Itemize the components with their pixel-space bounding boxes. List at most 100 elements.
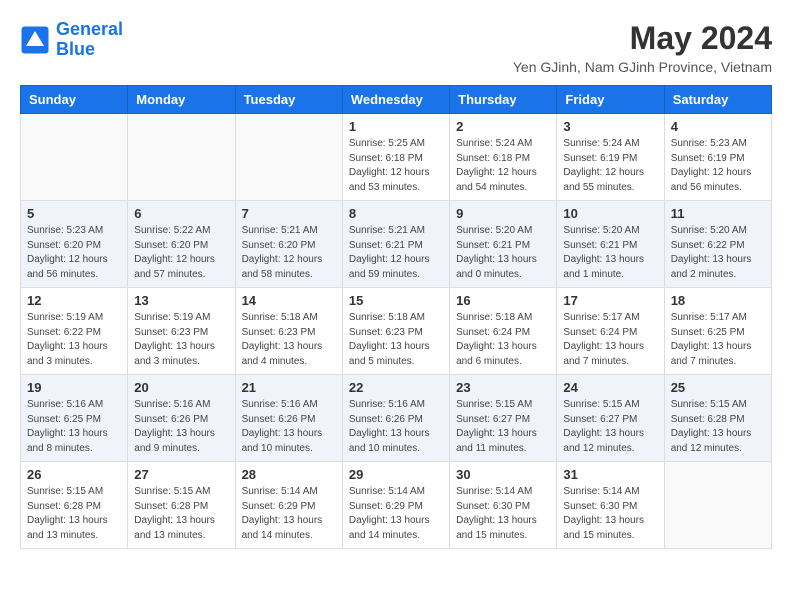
logo-line1: General [56, 19, 123, 39]
day-info: Sunrise: 5:19 AM Sunset: 6:23 PM Dayligh… [134, 311, 228, 369]
month-year: May 2024 [513, 20, 772, 57]
day-info: Sunrise: 5:20 AM Sunset: 6:22 PM Dayligh… [671, 224, 765, 282]
calendar-cell: 18 Sunrise: 5:17 AM Sunset: 6:25 PM Dayli… [664, 288, 771, 375]
calendar-cell: 4Sunrise: 5:23 AM Sunset: 6:19 PM Daylig… [664, 114, 771, 201]
calendar-cell: 11 Sunrise: 5:20 AM Sunset: 6:22 PM Dayli… [664, 201, 771, 288]
calendar-cell: 6 Sunrise: 5:22 AM Sunset: 6:20 PM Daylig… [128, 201, 235, 288]
location: Yen GJinh, Nam GJinh Province, Vietnam [513, 59, 772, 75]
day-info: Sunrise: 5:24 AM Sunset: 6:18 PM Dayligh… [456, 137, 550, 195]
calendar-cell: 20 Sunrise: 5:16 AM Sunset: 6:26 PM Dayli… [128, 375, 235, 462]
day-info: Sunrise: 5:19 AM Sunset: 6:22 PM Dayligh… [27, 311, 121, 369]
calendar-cell: 27 Sunrise: 5:15 AM Sunset: 6:28 PM Dayli… [128, 462, 235, 549]
calendar-cell: 26Sunrise: 5:15 AM Sunset: 6:28 PM Dayli… [21, 462, 128, 549]
calendar-cell: 24 Sunrise: 5:15 AM Sunset: 6:27 PM Dayli… [557, 375, 664, 462]
calendar-cell: 1Sunrise: 5:25 AM Sunset: 6:18 PM Daylig… [342, 114, 449, 201]
calendar-week-row: 26Sunrise: 5:15 AM Sunset: 6:28 PM Dayli… [21, 462, 772, 549]
day-number: 31 [563, 467, 657, 482]
day-number: 8 [349, 206, 443, 221]
calendar-cell: 17 Sunrise: 5:17 AM Sunset: 6:24 PM Dayli… [557, 288, 664, 375]
day-info: Sunrise: 5:15 AM Sunset: 6:27 PM Dayligh… [456, 398, 550, 456]
calendar-cell: 16 Sunrise: 5:18 AM Sunset: 6:24 PM Dayli… [450, 288, 557, 375]
logo-icon [20, 25, 50, 55]
day-info: Sunrise: 5:14 AM Sunset: 6:29 PM Dayligh… [242, 485, 336, 543]
day-info: Sunrise: 5:16 AM Sunset: 6:26 PM Dayligh… [349, 398, 443, 456]
day-number: 11 [671, 206, 765, 221]
day-number: 6 [134, 206, 228, 221]
day-number: 22 [349, 380, 443, 395]
calendar-cell: 5 Sunrise: 5:23 AM Sunset: 6:20 PM Daylig… [21, 201, 128, 288]
weekday-header-friday: Friday [557, 86, 664, 114]
day-info: Sunrise: 5:18 AM Sunset: 6:23 PM Dayligh… [242, 311, 336, 369]
day-info: Sunrise: 5:16 AM Sunset: 6:25 PM Dayligh… [27, 398, 121, 456]
weekday-header-thursday: Thursday [450, 86, 557, 114]
day-number: 2 [456, 119, 550, 134]
day-number: 24 [563, 380, 657, 395]
day-info: Sunrise: 5:20 AM Sunset: 6:21 PM Dayligh… [563, 224, 657, 282]
day-number: 13 [134, 293, 228, 308]
calendar-cell: 15 Sunrise: 5:18 AM Sunset: 6:23 PM Dayli… [342, 288, 449, 375]
calendar-cell: 28 Sunrise: 5:14 AM Sunset: 6:29 PM Dayli… [235, 462, 342, 549]
day-number: 21 [242, 380, 336, 395]
calendar-week-row: 19Sunrise: 5:16 AM Sunset: 6:25 PM Dayli… [21, 375, 772, 462]
day-info: Sunrise: 5:15 AM Sunset: 6:28 PM Dayligh… [134, 485, 228, 543]
day-number: 3 [563, 119, 657, 134]
day-info: Sunrise: 5:16 AM Sunset: 6:26 PM Dayligh… [242, 398, 336, 456]
calendar-cell: 31 Sunrise: 5:14 AM Sunset: 6:30 PM Dayli… [557, 462, 664, 549]
day-number: 30 [456, 467, 550, 482]
day-number: 27 [134, 467, 228, 482]
calendar-cell: 2 Sunrise: 5:24 AM Sunset: 6:18 PM Daylig… [450, 114, 557, 201]
calendar-cell: 22 Sunrise: 5:16 AM Sunset: 6:26 PM Dayli… [342, 375, 449, 462]
calendar-cell [235, 114, 342, 201]
calendar-cell [128, 114, 235, 201]
calendar-cell: 8 Sunrise: 5:21 AM Sunset: 6:21 PM Daylig… [342, 201, 449, 288]
calendar-cell: 23Sunrise: 5:15 AM Sunset: 6:27 PM Dayli… [450, 375, 557, 462]
day-info: Sunrise: 5:15 AM Sunset: 6:28 PM Dayligh… [671, 398, 765, 456]
calendar-cell: 14Sunrise: 5:18 AM Sunset: 6:23 PM Dayli… [235, 288, 342, 375]
calendar-cell: 12Sunrise: 5:19 AM Sunset: 6:22 PM Dayli… [21, 288, 128, 375]
calendar-cell [664, 462, 771, 549]
day-info: Sunrise: 5:14 AM Sunset: 6:30 PM Dayligh… [563, 485, 657, 543]
weekday-header-sunday: Sunday [21, 86, 128, 114]
day-number: 17 [563, 293, 657, 308]
day-info: Sunrise: 5:16 AM Sunset: 6:26 PM Dayligh… [134, 398, 228, 456]
day-info: Sunrise: 5:17 AM Sunset: 6:25 PM Dayligh… [671, 311, 765, 369]
calendar-cell: 10 Sunrise: 5:20 AM Sunset: 6:21 PM Dayli… [557, 201, 664, 288]
day-info: Sunrise: 5:14 AM Sunset: 6:29 PM Dayligh… [349, 485, 443, 543]
day-info: Sunrise: 5:22 AM Sunset: 6:20 PM Dayligh… [134, 224, 228, 282]
day-info: Sunrise: 5:23 AM Sunset: 6:20 PM Dayligh… [27, 224, 121, 282]
day-info: Sunrise: 5:21 AM Sunset: 6:20 PM Dayligh… [242, 224, 336, 282]
day-number: 7 [242, 206, 336, 221]
day-info: Sunrise: 5:24 AM Sunset: 6:19 PM Dayligh… [563, 137, 657, 195]
calendar-week-row: 12Sunrise: 5:19 AM Sunset: 6:22 PM Dayli… [21, 288, 772, 375]
day-number: 16 [456, 293, 550, 308]
day-info: Sunrise: 5:20 AM Sunset: 6:21 PM Dayligh… [456, 224, 550, 282]
weekday-header-tuesday: Tuesday [235, 86, 342, 114]
day-info: Sunrise: 5:15 AM Sunset: 6:27 PM Dayligh… [563, 398, 657, 456]
day-number: 10 [563, 206, 657, 221]
day-number: 25 [671, 380, 765, 395]
title-block: May 2024 Yen GJinh, Nam GJinh Province, … [513, 20, 772, 75]
day-number: 29 [349, 467, 443, 482]
logo: General Blue [20, 20, 123, 60]
calendar-cell: 7 Sunrise: 5:21 AM Sunset: 6:20 PM Daylig… [235, 201, 342, 288]
calendar-cell: 13 Sunrise: 5:19 AM Sunset: 6:23 PM Dayli… [128, 288, 235, 375]
calendar-week-row: 5 Sunrise: 5:23 AM Sunset: 6:20 PM Daylig… [21, 201, 772, 288]
calendar-cell: 21 Sunrise: 5:16 AM Sunset: 6:26 PM Dayli… [235, 375, 342, 462]
day-number: 15 [349, 293, 443, 308]
day-info: Sunrise: 5:15 AM Sunset: 6:28 PM Dayligh… [27, 485, 121, 543]
calendar-cell: 3 Sunrise: 5:24 AM Sunset: 6:19 PM Daylig… [557, 114, 664, 201]
day-number: 9 [456, 206, 550, 221]
day-info: Sunrise: 5:25 AM Sunset: 6:18 PM Dayligh… [349, 137, 443, 195]
day-info: Sunrise: 5:23 AM Sunset: 6:19 PM Dayligh… [671, 137, 765, 195]
calendar-cell: 29 Sunrise: 5:14 AM Sunset: 6:29 PM Dayli… [342, 462, 449, 549]
day-number: 5 [27, 206, 121, 221]
day-number: 20 [134, 380, 228, 395]
day-info: Sunrise: 5:17 AM Sunset: 6:24 PM Dayligh… [563, 311, 657, 369]
weekday-header-saturday: Saturday [664, 86, 771, 114]
weekday-header-row: SundayMondayTuesdayWednesdayThursdayFrid… [21, 86, 772, 114]
day-info: Sunrise: 5:18 AM Sunset: 6:24 PM Dayligh… [456, 311, 550, 369]
day-number: 18 [671, 293, 765, 308]
day-info: Sunrise: 5:18 AM Sunset: 6:23 PM Dayligh… [349, 311, 443, 369]
day-info: Sunrise: 5:21 AM Sunset: 6:21 PM Dayligh… [349, 224, 443, 282]
day-number: 28 [242, 467, 336, 482]
